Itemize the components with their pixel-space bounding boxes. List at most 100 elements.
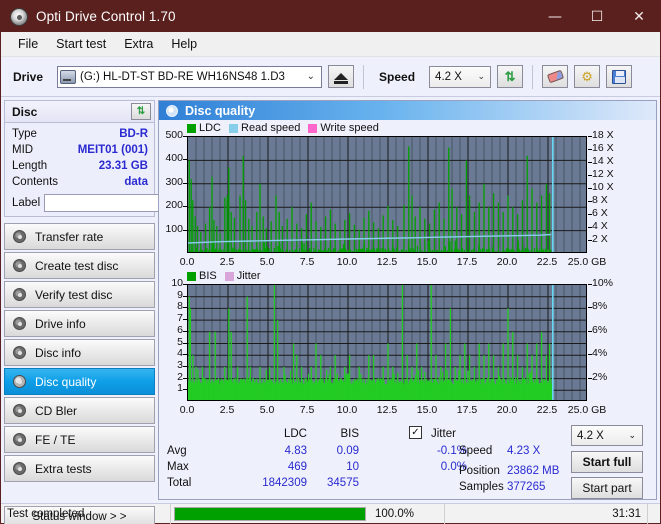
eject-button[interactable] bbox=[328, 65, 355, 88]
y2-axis-tick-mark bbox=[588, 162, 592, 163]
menu-item-help[interactable]: Help bbox=[162, 34, 206, 54]
menu-item-start-test[interactable]: Start test bbox=[47, 34, 115, 54]
save-icon bbox=[612, 69, 627, 84]
resize-grip[interactable] bbox=[648, 504, 660, 524]
drive-select-value: (G:) HL-DT-ST BD-RE WH16NS48 1.D3 bbox=[80, 70, 285, 83]
eraser-icon bbox=[546, 69, 564, 84]
y2-axis-tick-mark bbox=[588, 149, 592, 150]
sidebar-item-label: Verify test disc bbox=[35, 287, 113, 302]
sidebar-item-extra-tests[interactable]: Extra tests bbox=[4, 455, 155, 482]
charts-container: LDC Read speed Write speed 100 200 300 400 bbox=[159, 120, 656, 500]
ldc-chart-plot bbox=[187, 136, 587, 253]
drive-select[interactable]: (G:) HL-DT-ST BD-RE WH16NS48 1.D3 ⌄ bbox=[57, 65, 323, 88]
sidebar-item-fe-te[interactable]: FE / TE bbox=[4, 426, 155, 453]
y-axis-tick: 3 bbox=[177, 358, 183, 371]
start-full-button[interactable]: Start full bbox=[571, 451, 643, 473]
ldc-chart-svg bbox=[188, 137, 586, 252]
samples-label: Samples bbox=[459, 481, 504, 493]
y2-axis-tick: 10% bbox=[592, 277, 614, 289]
disc-icon bbox=[13, 259, 26, 272]
maximize-button[interactable]: ☐ bbox=[576, 1, 618, 32]
legend-label-write-speed: Write speed bbox=[320, 122, 379, 134]
disc-icon bbox=[13, 404, 26, 417]
y2-axis-tick: 4% bbox=[592, 347, 608, 360]
y2-axis-tick: 12 X bbox=[592, 168, 614, 180]
sidebar: Disc ⇅ Type BD-R MID MEIT01 (001) Length… bbox=[1, 97, 246, 524]
y-axis-tick-mark bbox=[183, 229, 187, 231]
sidebar-item-cd-bler[interactable]: CD Bler bbox=[4, 397, 155, 424]
toolbar-separator bbox=[363, 64, 365, 89]
sidebar-item-label: Disc info bbox=[35, 345, 82, 360]
disc-icon bbox=[13, 288, 26, 301]
save-button[interactable] bbox=[606, 65, 633, 88]
legend-swatch-jitter bbox=[224, 271, 234, 281]
y-axis-tick-mark bbox=[183, 295, 187, 297]
stats-total-ldc: 1842309 bbox=[262, 477, 307, 489]
legend-label-bis: BIS bbox=[199, 270, 217, 282]
progress-percent: 100.0% bbox=[369, 503, 445, 524]
stats-avg-bis: 0.09 bbox=[336, 445, 359, 457]
y-axis-tick: 500 bbox=[165, 129, 183, 141]
stats-max-ldc: 469 bbox=[287, 461, 307, 473]
disc-length-value: 23.31 GB bbox=[98, 160, 148, 172]
legend-label-jitter: Jitter bbox=[236, 270, 261, 282]
legend-label-ldc: LDC bbox=[199, 122, 222, 134]
drive-icon bbox=[60, 69, 77, 84]
legend-label-read-speed: Read speed bbox=[241, 122, 301, 134]
sidebar-item-transfer-rate[interactable]: Transfer rate bbox=[4, 223, 155, 250]
settings-button[interactable]: ⚙ bbox=[574, 65, 601, 88]
sidebar-item-disc-quality[interactable]: Disc quality bbox=[4, 368, 155, 395]
y-axis-tick: 300 bbox=[165, 175, 183, 188]
y-axis-tick: 9 bbox=[177, 288, 183, 301]
drive-label: Drive bbox=[13, 69, 44, 84]
y2-axis-tick-mark bbox=[588, 214, 592, 215]
disc-refresh-button[interactable]: ⇅ bbox=[131, 103, 151, 120]
position-value: 23862 MB bbox=[507, 465, 560, 477]
disc-panel-header: Disc ⇅ bbox=[5, 101, 154, 123]
content-area: Disc ⇅ Type BD-R MID MEIT01 (001) Length… bbox=[1, 97, 660, 524]
start-part-button[interactable]: Start part bbox=[571, 477, 643, 499]
test-speed-select[interactable]: 4.2 X ⌄ bbox=[571, 425, 643, 446]
stats-row-label-avg: Avg bbox=[167, 445, 187, 457]
y-axis-tick: 2 bbox=[177, 370, 183, 383]
speed-readout-label: Speed bbox=[459, 445, 493, 457]
stats-avg-jitter: -0.1% bbox=[436, 445, 467, 457]
bis-chart-svg bbox=[188, 285, 586, 400]
menu-item-extra[interactable]: Extra bbox=[115, 34, 162, 54]
y2-axis-tick: 14 X bbox=[592, 155, 614, 167]
y2-axis-tick: 8% bbox=[592, 300, 608, 313]
jitter-checkbox[interactable]: ✓ bbox=[409, 426, 422, 439]
window-controls: — ☐ ✕ bbox=[534, 1, 660, 32]
speed-select[interactable]: 4.2 X ⌄ bbox=[429, 65, 492, 88]
refresh-button[interactable]: ⇅ bbox=[497, 65, 524, 88]
y-axis-tick-mark bbox=[183, 319, 187, 321]
y2-axis-tick-mark bbox=[588, 136, 592, 137]
status-bar: Test completed 100.0% 31:31 bbox=[1, 503, 660, 524]
bis-chart-plot bbox=[187, 284, 587, 401]
y-axis-tick: 8 bbox=[177, 300, 183, 313]
erase-button[interactable] bbox=[542, 65, 569, 88]
sidebar-item-create-test-disc[interactable]: Create test disc bbox=[4, 252, 155, 279]
stats-col-header-bis: BIS bbox=[340, 428, 359, 440]
sidebar-item-verify-test-disc[interactable]: Verify test disc bbox=[4, 281, 155, 308]
y2-axis-tick-mark bbox=[588, 307, 592, 309]
sidebar-item-disc-info[interactable]: Disc info bbox=[4, 339, 155, 366]
y-axis-tick-mark bbox=[183, 354, 187, 356]
disc-row-mid: MID MEIT01 (001) bbox=[12, 142, 148, 158]
toolbar-separator bbox=[532, 64, 534, 89]
chart-legend-bottom: BIS Jitter bbox=[187, 270, 265, 282]
menu-item-file[interactable]: File bbox=[9, 34, 47, 54]
title-bar: Opti Drive Control 1.70 — ☐ ✕ bbox=[1, 1, 660, 32]
sidebar-item-drive-info[interactable]: Drive info bbox=[4, 310, 155, 337]
close-button[interactable]: ✕ bbox=[618, 1, 660, 32]
disc-mid-value: MEIT01 (001) bbox=[77, 144, 148, 156]
samples-value: 377265 bbox=[507, 481, 546, 493]
y2-axis-tick-mark bbox=[588, 227, 592, 228]
y2-axis-tick: 6 X bbox=[592, 207, 608, 219]
sidebar-item-label: Drive info bbox=[35, 316, 86, 331]
disc-quality-panel: Disc quality LDC Read speed Write speed … bbox=[158, 100, 657, 500]
y-axis-tick-mark bbox=[183, 330, 187, 332]
y2-axis-tick: 2% bbox=[592, 370, 608, 383]
panel-header: Disc quality bbox=[159, 101, 656, 120]
minimize-button[interactable]: — bbox=[534, 1, 576, 32]
